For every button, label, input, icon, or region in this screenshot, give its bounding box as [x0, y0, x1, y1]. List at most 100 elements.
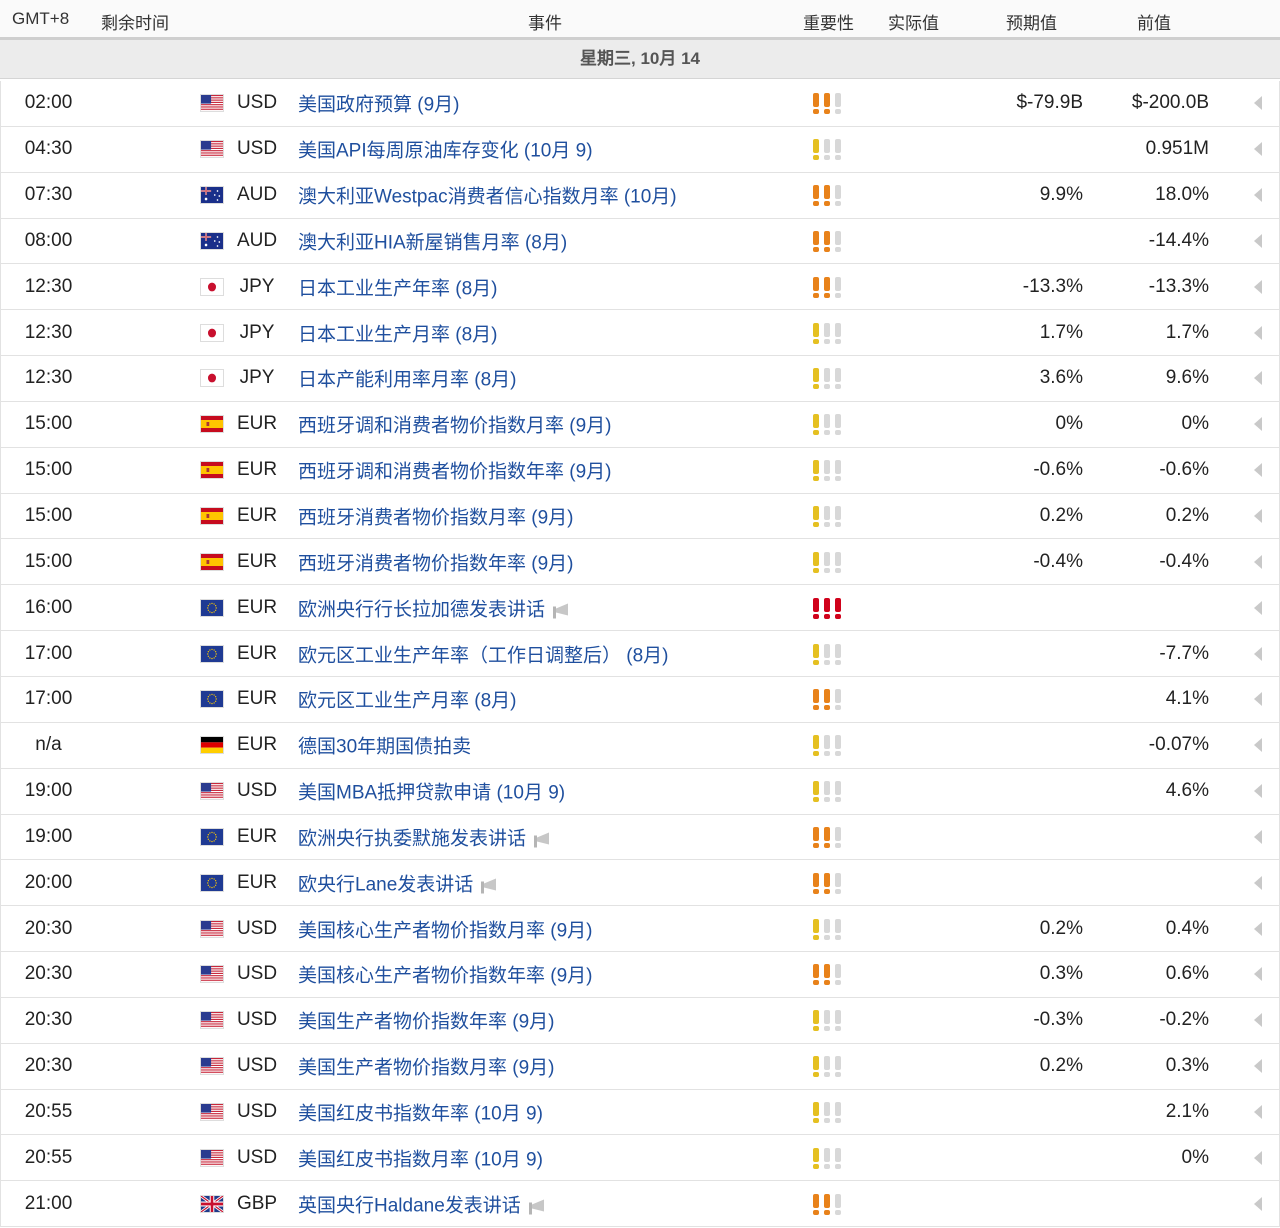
event-row[interactable]: 15:00 EUR 西班牙调和消费者物价指数月率 (9月) 0% 0%	[0, 401, 1280, 448]
event-title: 欧元区工业生产年率（工作日调整后） (8月)	[298, 645, 669, 667]
expand-arrow-icon[interactable]	[1251, 828, 1265, 846]
event-row[interactable]: 20:30 USD 美国核心生产者物价指数年率 (9月) 0.3% 0.6%	[0, 952, 1280, 998]
event-link[interactable]: 欧元区工业生产月率 (8月)	[298, 686, 517, 713]
expand-arrow-icon[interactable]	[1251, 690, 1265, 708]
previous-value: -0.2%	[1159, 1009, 1209, 1031]
event-row[interactable]: 04:30 USD 美国API每周原油库存变化 (10月 9) 0.951M	[0, 126, 1280, 173]
event-row[interactable]: 19:00 EUR 欧洲央行执委默施发表讲话	[0, 814, 1280, 861]
event-row[interactable]: 20:00 EUR 欧央行Lane发表讲话	[0, 860, 1280, 907]
event-row[interactable]: 20:30 USD 美国核心生产者物价指数月率 (9月) 0.2% 0.4%	[0, 906, 1280, 953]
expand-arrow-icon[interactable]	[1251, 965, 1265, 983]
event-time: 19:00	[24, 780, 73, 802]
event-link[interactable]: 欧洲央行行长拉加德发表讲话	[298, 594, 571, 621]
event-link[interactable]: 日本工业生产月率 (8月)	[298, 319, 498, 346]
flag-es-icon	[200, 415, 224, 434]
expand-arrow-icon[interactable]	[1251, 553, 1265, 571]
expand-arrow-icon[interactable]	[1251, 415, 1265, 433]
expand-arrow-icon[interactable]	[1251, 736, 1265, 754]
expand-arrow-icon[interactable]	[1251, 920, 1265, 938]
expand-arrow-icon[interactable]	[1251, 874, 1265, 892]
currency-code: EUR	[236, 505, 278, 527]
event-row[interactable]: 15:00 EUR 西班牙消费者物价指数年率 (9月) -0.4% -0.4%	[0, 539, 1280, 586]
event-link[interactable]: 欧洲央行执委默施发表讲话	[298, 823, 552, 850]
currency-code: EUR	[236, 413, 278, 435]
event-link[interactable]: 美国核心生产者物价指数年率 (9月)	[298, 961, 593, 988]
currency-code: USD	[236, 917, 278, 939]
event-row[interactable]: 20:55 USD 美国红皮书指数年率 (10月 9) 2.1%	[0, 1089, 1280, 1136]
previous-value: -0.6%	[1159, 459, 1209, 481]
event-link[interactable]: 澳大利亚Westpac消费者信心指数月率 (10月)	[298, 182, 677, 209]
expand-arrow-icon[interactable]	[1251, 1195, 1265, 1213]
previous-value: 0.4%	[1165, 917, 1209, 939]
importance-bulls-icon	[811, 1100, 845, 1124]
event-row[interactable]: 12:30 JPY 日本产能利用率月率 (8月) 3.6% 9.6%	[0, 356, 1280, 402]
event-row[interactable]: 20:30 USD 美国生产者物价指数月率 (9月) 0.2% 0.3%	[0, 1043, 1280, 1090]
expand-arrow-icon[interactable]	[1251, 599, 1265, 617]
expand-arrow-icon[interactable]	[1251, 232, 1265, 250]
expand-arrow-icon[interactable]	[1251, 369, 1265, 387]
event-row[interactable]: 17:00 EUR 欧元区工业生产月率 (8月) 4.1%	[0, 676, 1280, 723]
event-title: 美国红皮书指数月率 (10月 9)	[298, 1149, 543, 1171]
event-row[interactable]: 12:30 JPY 日本工业生产月率 (8月) 1.7% 1.7%	[0, 310, 1280, 357]
currency-code: USD	[236, 1009, 278, 1031]
event-row[interactable]: 19:00 USD 美国MBA抵押贷款申请 (10月 9) 4.6%	[0, 768, 1280, 815]
event-row[interactable]: n/a EUR 德国30年期国债拍卖 -0.07%	[0, 722, 1280, 769]
flag-jp-icon	[200, 323, 224, 342]
event-link[interactable]: 美国红皮书指数年率 (10月 9)	[298, 1098, 543, 1125]
event-link[interactable]: 美国政府预算 (9月)	[298, 90, 460, 117]
event-link[interactable]: 英国央行Haldane发表讲话	[298, 1190, 547, 1217]
event-link[interactable]: 美国红皮书指数月率 (10月 9)	[298, 1144, 543, 1171]
expand-arrow-icon[interactable]	[1251, 94, 1265, 112]
event-link[interactable]: 西班牙调和消费者物价指数月率 (9月)	[298, 411, 612, 438]
event-row[interactable]: 21:00 GBP 英国央行Haldane发表讲话	[0, 1181, 1280, 1228]
event-link[interactable]: 美国生产者物价指数月率 (9月)	[298, 1053, 555, 1080]
event-link[interactable]: 美国API每周原油库存变化 (10月 9)	[298, 136, 593, 163]
expand-arrow-icon[interactable]	[1251, 645, 1265, 663]
event-link[interactable]: 欧央行Lane发表讲话	[298, 869, 499, 896]
currency-code: EUR	[236, 596, 278, 618]
event-row[interactable]: 07:30 AUD 澳大利亚Westpac消费者信心指数月率 (10月) 9.9% 18…	[0, 172, 1280, 219]
event-link[interactable]: 美国生产者物价指数年率 (9月)	[298, 1007, 555, 1034]
event-link[interactable]: 欧元区工业生产年率（工作日调整后） (8月)	[298, 640, 669, 667]
importance-bulls-icon	[811, 321, 845, 345]
currency-code: AUD	[236, 229, 278, 251]
event-row[interactable]: 20:55 USD 美国红皮书指数月率 (10月 9) 0%	[0, 1135, 1280, 1182]
event-row[interactable]: 16:00 EUR 欧洲央行行长拉加德发表讲话	[0, 585, 1280, 632]
event-time: 21:00	[24, 1192, 73, 1214]
event-row[interactable]: 12:30 JPY 日本工业生产年率 (8月) -13.3% -13.3%	[0, 264, 1280, 311]
expand-arrow-icon[interactable]	[1251, 461, 1265, 479]
expand-arrow-icon[interactable]	[1251, 140, 1265, 158]
expand-arrow-icon[interactable]	[1251, 507, 1265, 525]
event-time: 12:30	[24, 275, 73, 297]
expand-arrow-icon[interactable]	[1251, 1103, 1265, 1121]
event-link[interactable]: 日本产能利用率月率 (8月)	[298, 365, 517, 392]
expand-arrow-icon[interactable]	[1251, 1011, 1265, 1029]
event-link[interactable]: 西班牙消费者物价指数月率 (9月)	[298, 503, 574, 530]
event-row[interactable]: 17:00 EUR 欧元区工业生产年率（工作日调整后） (8月) -7.7%	[0, 631, 1280, 677]
event-link[interactable]: 西班牙调和消费者物价指数年率 (9月)	[298, 457, 612, 484]
importance-bulls-icon	[811, 1146, 845, 1170]
event-row[interactable]: 15:00 EUR 西班牙调和消费者物价指数年率 (9月) -0.6% -0.6%	[0, 447, 1280, 494]
expand-arrow-icon[interactable]	[1251, 186, 1265, 204]
event-row[interactable]: 02:00 USD 美国政府预算 (9月) $-79.9B $-200.0B	[0, 81, 1280, 127]
expand-arrow-icon[interactable]	[1251, 1057, 1265, 1075]
event-link[interactable]: 美国核心生产者物价指数月率 (9月)	[298, 915, 593, 942]
event-row[interactable]: 15:00 EUR 西班牙消费者物价指数月率 (9月) 0.2% 0.2%	[0, 493, 1280, 540]
events-table-body: 02:00 USD 美国政府预算 (9月) $-79.9B $-200.0B 04:30 U…	[0, 81, 1280, 1228]
event-link[interactable]: 德国30年期国债拍卖	[298, 732, 471, 759]
currency-code: USD	[236, 1100, 278, 1122]
expand-arrow-icon[interactable]	[1251, 278, 1265, 296]
event-row[interactable]: 08:00 AUD 澳大利亚HIA新屋销售月率 (8月) -14.4%	[0, 218, 1280, 265]
event-link[interactable]: 日本工业生产年率 (8月)	[298, 273, 498, 300]
previous-value: 4.6%	[1165, 780, 1209, 802]
event-link[interactable]: 澳大利亚HIA新屋销售月率 (8月)	[298, 227, 567, 254]
event-time: 12:30	[24, 367, 73, 389]
expand-arrow-icon[interactable]	[1251, 782, 1265, 800]
event-title: 美国政府预算 (9月)	[298, 94, 460, 116]
event-link[interactable]: 西班牙消费者物价指数年率 (9月)	[298, 548, 574, 575]
expand-arrow-icon[interactable]	[1251, 1149, 1265, 1167]
event-link[interactable]: 美国MBA抵押贷款申请 (10月 9)	[298, 778, 565, 805]
event-row[interactable]: 20:30 USD 美国生产者物价指数年率 (9月) -0.3% -0.2%	[0, 997, 1280, 1044]
expand-arrow-icon[interactable]	[1251, 324, 1265, 342]
timezone-header[interactable]: GMT+8	[12, 9, 69, 29]
